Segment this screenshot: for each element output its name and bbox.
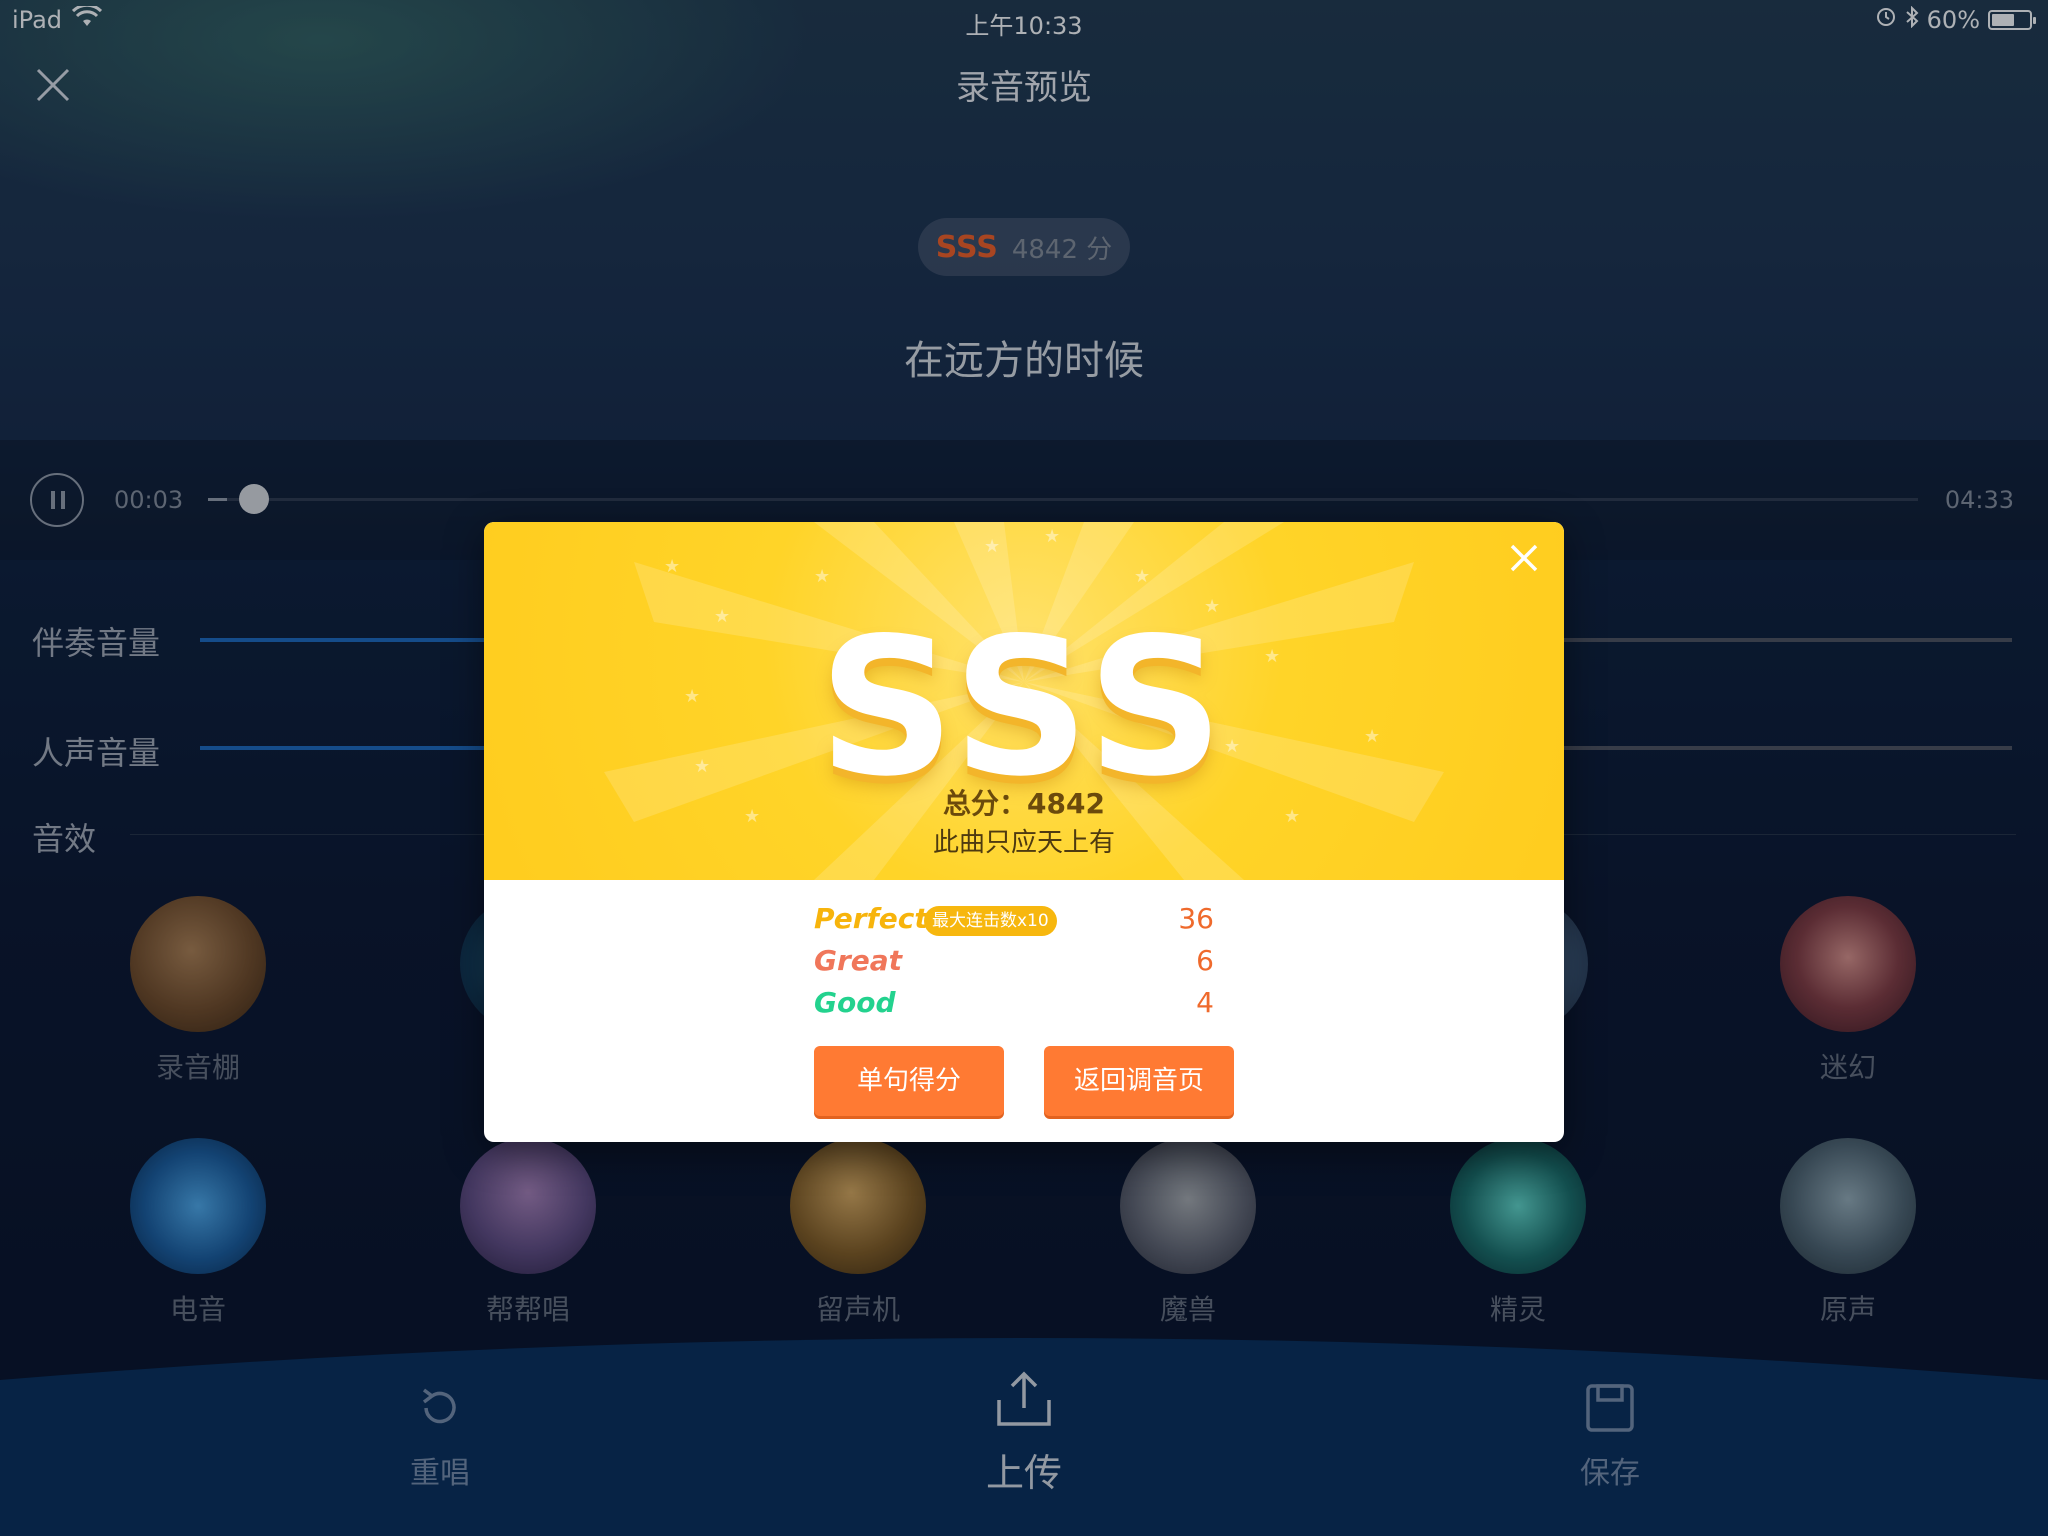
svg-text:★: ★ (984, 536, 1000, 557)
combo-badge: 最大连击数x10 (924, 906, 1057, 936)
stat-label: Good (814, 986, 896, 1019)
svg-text:★: ★ (1134, 566, 1150, 587)
stat-value: 6 (1196, 944, 1214, 977)
stat-value: 4 (1196, 986, 1214, 1019)
stat-label: Perfect (814, 902, 928, 935)
stat-good: Good 4 (814, 986, 1214, 1026)
svg-text:★: ★ (1044, 526, 1060, 547)
result-grade: SSS (818, 597, 1230, 818)
result-modal: ★ ★ ★ ★ ★ ★ ★ ★ ★ ★ ★ ★ ★ ★ SSS 总分：4842 此曲只应天上有 P… (484, 522, 1564, 1142)
svg-text:★: ★ (664, 556, 680, 577)
close-icon[interactable] (1504, 538, 1544, 578)
back-to-tuning-button[interactable]: 返回调音页 (1044, 1046, 1234, 1116)
stat-great: Great 6 (814, 944, 1214, 984)
svg-text:★: ★ (814, 566, 830, 587)
sentence-score-button[interactable]: 单句得分 (814, 1046, 1004, 1116)
result-header: ★ ★ ★ ★ ★ ★ ★ ★ ★ ★ ★ ★ ★ ★ SSS 总分：4842 此曲只应天上有 (484, 522, 1564, 880)
stat-label: Great (814, 944, 903, 977)
stat-perfect: Perfect 最大连击数x10 36 (814, 902, 1214, 942)
result-comment: 此曲只应天上有 (932, 828, 1115, 858)
total-score: 总分：4842 (943, 787, 1105, 820)
stat-value: 36 (1178, 902, 1214, 935)
